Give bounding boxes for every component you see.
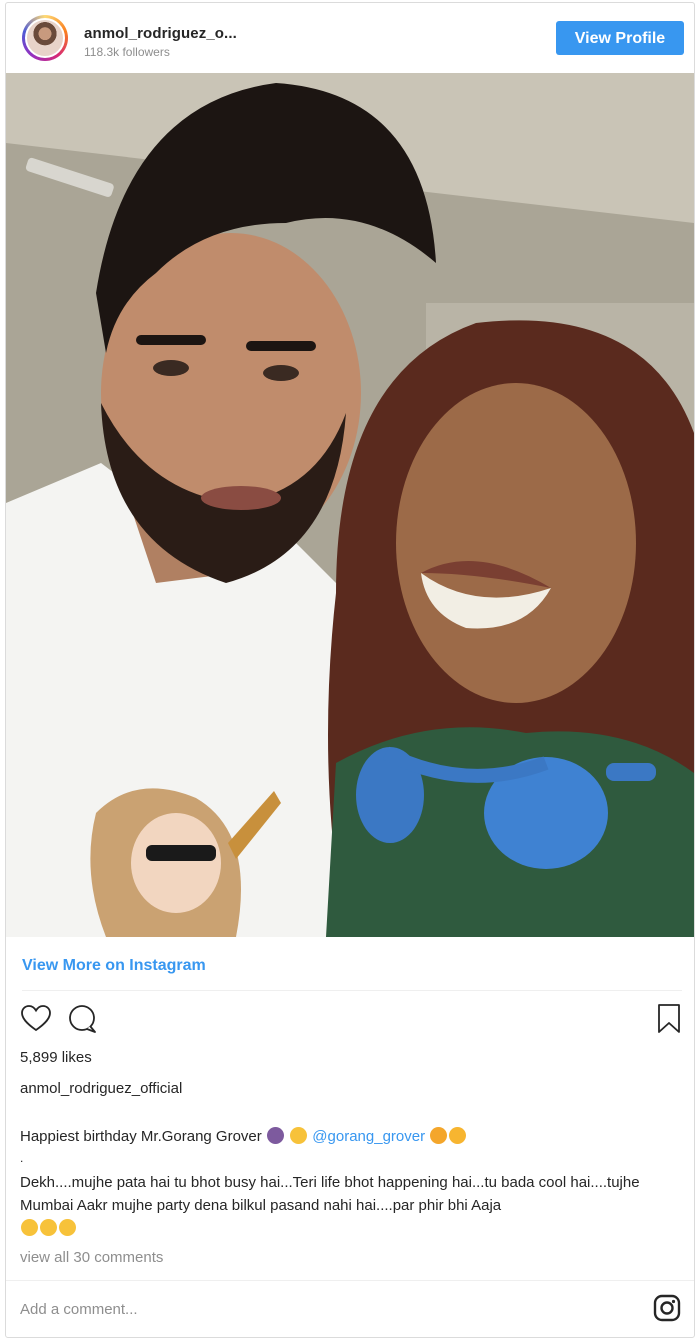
avatar[interactable]	[22, 15, 68, 61]
add-comment-field[interactable]: Add a comment...	[20, 1301, 138, 1318]
caption-line: Happiest birthday Mr.Gorang Grover @gora…	[20, 1127, 467, 1145]
caption-body: Dekh....mujhe pata hai tu bhot busy hai.…	[20, 1171, 688, 1240]
person-emoji-icon	[266, 1127, 284, 1144]
mention-link[interactable]: @gorang_grover	[312, 1128, 425, 1145]
bookmark-icon[interactable]	[656, 1003, 682, 1035]
post-header: anmol_rodriguez_o... 118.3k followers Vi…	[6, 3, 694, 73]
follower-count: 118.3k followers	[84, 45, 170, 59]
kiss-emoji-icon	[430, 1127, 448, 1144]
view-profile-button[interactable]: View Profile	[556, 21, 684, 55]
view-all-comments-link[interactable]: view all 30 comments	[20, 1249, 163, 1266]
instagram-logo-icon[interactable]	[652, 1293, 682, 1323]
divider	[22, 990, 682, 991]
crying-emoji-icon	[21, 1219, 38, 1236]
face-emoji-icon	[290, 1127, 308, 1144]
yum-emoji-icon	[449, 1127, 467, 1144]
divider	[6, 1280, 694, 1281]
crying-emoji-icon	[40, 1219, 57, 1236]
post-photo[interactable]	[6, 73, 694, 937]
comment-icon[interactable]	[66, 1003, 98, 1035]
caption-text: Happiest birthday Mr.Gorang Grover	[20, 1128, 262, 1145]
caption-separator: .	[20, 1151, 24, 1165]
header-username[interactable]: anmol_rodriguez_o...	[84, 25, 237, 42]
avatar-image	[25, 18, 65, 58]
caption-username[interactable]: anmol_rodriguez_official	[20, 1080, 182, 1097]
like-count[interactable]: 5,899 likes	[20, 1049, 92, 1066]
view-more-on-instagram-link[interactable]: View More on Instagram	[22, 957, 206, 975]
heart-icon[interactable]	[20, 1003, 52, 1035]
caption-body-text: Dekh....mujhe pata hai tu bhot busy hai.…	[20, 1174, 640, 1214]
instagram-embed-card: anmol_rodriguez_o... 118.3k followers Vi…	[5, 2, 695, 1338]
crying-emoji-icon	[59, 1219, 76, 1236]
